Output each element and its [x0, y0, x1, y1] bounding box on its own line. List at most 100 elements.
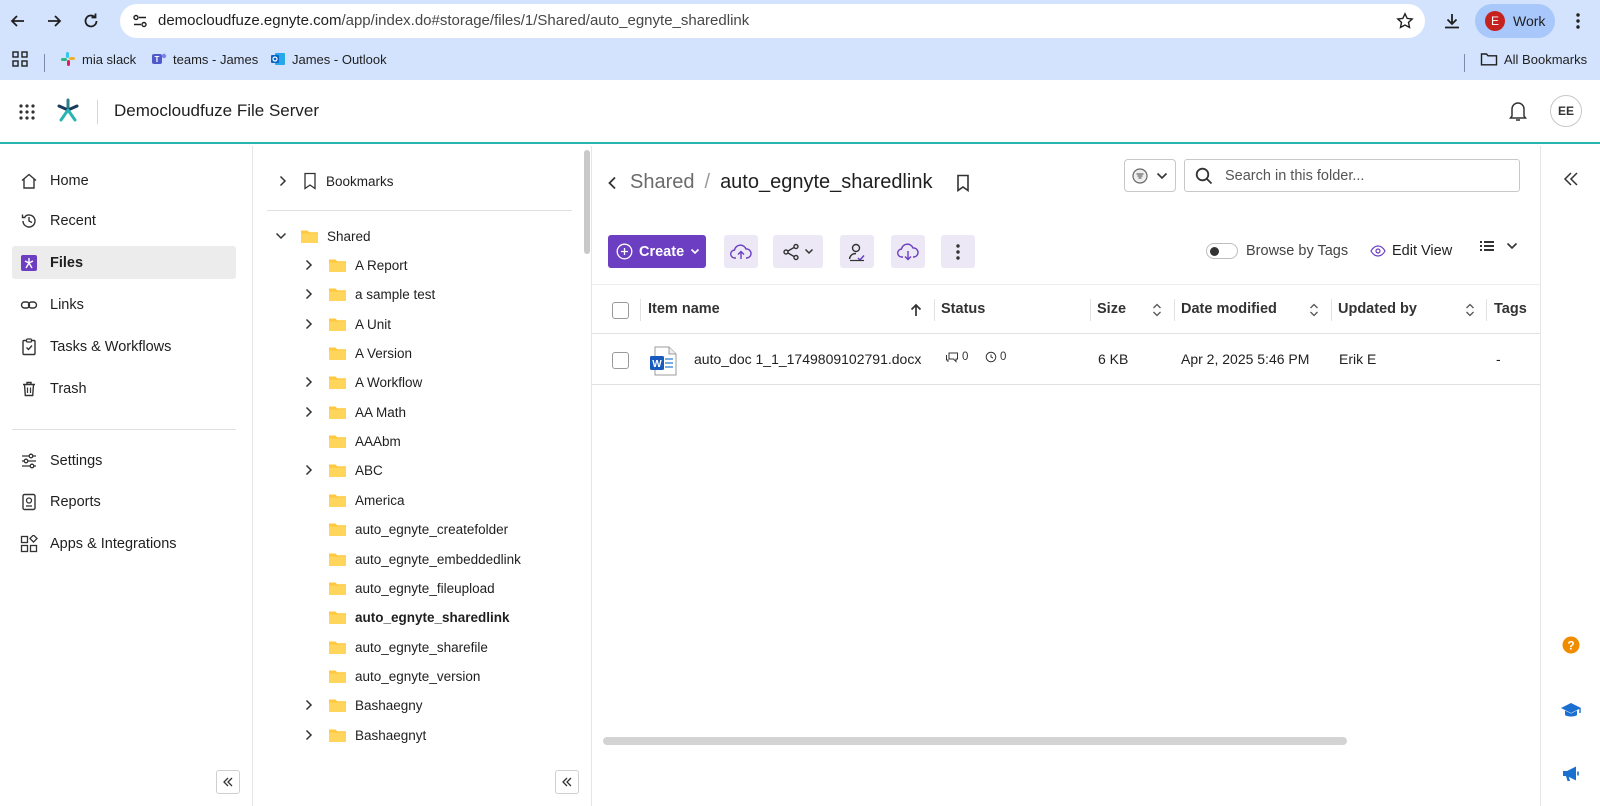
assign-user-button[interactable]	[840, 235, 874, 268]
tree-folder-item[interactable]: auto_egnyte_sharedlink	[302, 604, 510, 630]
select-all-checkbox[interactable]	[612, 302, 629, 319]
tree-folder-item[interactable]: auto_egnyte_fileupload	[302, 575, 495, 601]
nav-item-recent[interactable]: Recent	[12, 204, 236, 237]
tree-folder-item[interactable]: America	[302, 487, 405, 513]
versions-count[interactable]: 0	[985, 351, 1006, 363]
column-header-updated-by[interactable]: Updated by	[1338, 301, 1417, 317]
apps-icon	[20, 534, 38, 552]
search-box[interactable]	[1184, 159, 1520, 192]
tree-folder-item[interactable]: auto_egnyte_version	[302, 663, 480, 689]
learning-cap-icon[interactable]	[1560, 699, 1582, 721]
collapse-tree-button[interactable]	[555, 770, 579, 794]
edit-view-button[interactable]: Edit View	[1370, 243, 1452, 259]
tree-folder-item[interactable]: Bashaegny	[302, 692, 423, 718]
sort-updown-icon[interactable]	[1309, 303, 1319, 317]
column-header-status[interactable]: Status	[941, 301, 985, 317]
sort-updown-icon[interactable]	[1152, 303, 1162, 317]
horizontal-scrollbar[interactable]	[603, 737, 1347, 745]
bookmark-mia-slack[interactable]: mia slack	[60, 51, 136, 67]
chevron-right-icon[interactable]	[302, 287, 316, 301]
chevron-right-icon[interactable]	[276, 174, 290, 188]
search-input[interactable]	[1225, 167, 1505, 184]
back-button[interactable]	[4, 7, 32, 35]
chevron-right-icon[interactable]	[302, 728, 316, 742]
file-name[interactable]: auto_doc 1_1_1749809102791.docx	[694, 351, 921, 367]
folder-icon	[328, 668, 347, 684]
more-actions-button[interactable]	[941, 235, 975, 268]
nav-item-tasks-workflows[interactable]: Tasks & Workflows	[12, 330, 236, 363]
tree-folder-item[interactable]: a sample test	[302, 281, 435, 307]
breadcrumb-parent[interactable]: Shared	[630, 171, 695, 194]
nav-item-links[interactable]: Links	[12, 288, 236, 321]
column-header-name[interactable]: Item name	[648, 301, 720, 317]
tree-folder-item[interactable]: Bashaegnyt	[302, 722, 426, 748]
apps-grid-icon[interactable]	[12, 51, 28, 67]
tree-root-shared[interactable]: Shared	[274, 223, 371, 249]
tree-folder-item[interactable]: AA Math	[302, 399, 406, 425]
tree-folder-item[interactable]: auto_egnyte_sharefile	[302, 634, 488, 660]
nav-item-files[interactable]: Files	[12, 246, 236, 279]
chevron-down-icon[interactable]	[274, 229, 288, 243]
notifications-bell-icon[interactable]	[1508, 100, 1528, 122]
user-avatar[interactable]: EE	[1550, 95, 1582, 127]
nav-item-home[interactable]: Home	[12, 164, 236, 197]
tree-bookmarks[interactable]: Bookmarks	[276, 168, 394, 194]
announcement-megaphone-icon[interactable]	[1560, 763, 1582, 785]
nav-item-reports[interactable]: Reports	[12, 485, 236, 518]
chevron-right-icon[interactable]	[302, 258, 316, 272]
upload-button[interactable]	[724, 235, 758, 268]
reload-button[interactable]	[77, 7, 105, 35]
column-header-tags[interactable]: Tags	[1494, 301, 1527, 317]
column-header-size[interactable]: Size	[1097, 301, 1126, 317]
address-bar[interactable]: democloudfuze.egnyte.com/app/index.do#st…	[120, 4, 1425, 38]
help-icon[interactable]: ?	[1560, 634, 1582, 656]
tree-folder-item[interactable]: auto_egnyte_createfolder	[302, 516, 508, 542]
chevron-right-icon[interactable]	[302, 698, 316, 712]
nav-item-trash[interactable]: Trash	[12, 372, 236, 405]
arrow-up-icon[interactable]	[910, 303, 922, 317]
profile-button[interactable]: E Work	[1475, 4, 1555, 38]
tree-folder-item[interactable]: auto_egnyte_embeddedlink	[302, 546, 521, 572]
site-info-icon[interactable]	[126, 7, 154, 35]
tree-folder-item[interactable]: A Version	[302, 340, 412, 366]
chevron-right-icon[interactable]	[302, 375, 316, 389]
arrow-left-icon	[10, 15, 24, 27]
browse-by-tags-toggle[interactable]	[1206, 243, 1238, 259]
create-button[interactable]: Create	[608, 235, 706, 268]
expand-panel-icon[interactable]	[1560, 168, 1582, 190]
nav-item-apps-integrations[interactable]: Apps & Integrations	[12, 527, 236, 560]
downloads-button[interactable]	[1438, 7, 1466, 35]
tree-folder-item[interactable]: A Unit	[302, 311, 391, 337]
bookmark-teams-james[interactable]: T teams - James	[151, 51, 258, 67]
column-header-date[interactable]: Date modified	[1181, 301, 1277, 317]
chevron-right-icon[interactable]	[302, 405, 316, 419]
tree-folder-item[interactable]: A Report	[302, 252, 408, 278]
forward-button[interactable]	[40, 7, 68, 35]
filter-dropdown[interactable]	[1124, 159, 1176, 192]
back-chevron-icon[interactable]	[607, 176, 617, 190]
app-launcher-icon[interactable]	[18, 103, 36, 121]
row-checkbox[interactable]	[612, 352, 629, 369]
browser-menu-button[interactable]	[1564, 7, 1592, 35]
tree-folder-item[interactable]: A Workflow	[302, 369, 422, 395]
teams-icon: T	[152, 53, 167, 64]
chevron-down-icon	[804, 248, 814, 255]
nav-item-settings[interactable]: Settings	[12, 444, 236, 477]
chevron-right-icon[interactable]	[302, 463, 316, 477]
all-bookmarks[interactable]: All Bookmarks	[1480, 51, 1587, 67]
egnyte-logo-icon[interactable]	[55, 98, 81, 124]
comments-count[interactable]: 0	[945, 351, 968, 363]
table-row[interactable]: W auto_doc 1_1_1749809102791.docx 0 0 6 …	[592, 335, 1540, 385]
collapse-nav-button[interactable]	[216, 770, 240, 794]
chevron-right-icon[interactable]	[302, 317, 316, 331]
view-mode-dropdown[interactable]	[1480, 240, 1518, 252]
bookmark-james-outlook[interactable]: James - Outlook	[270, 51, 387, 67]
tree-folder-item[interactable]: AAAbm	[302, 428, 401, 454]
sort-updown-icon[interactable]	[1465, 303, 1475, 317]
download-button[interactable]	[891, 235, 925, 268]
tree-folder-item[interactable]: ABC	[302, 457, 383, 483]
bookmark-folder-icon[interactable]	[956, 174, 970, 192]
share-button[interactable]	[773, 235, 823, 268]
bookmark-star-icon[interactable]	[1393, 9, 1417, 33]
tree-scrollbar[interactable]	[584, 150, 590, 254]
